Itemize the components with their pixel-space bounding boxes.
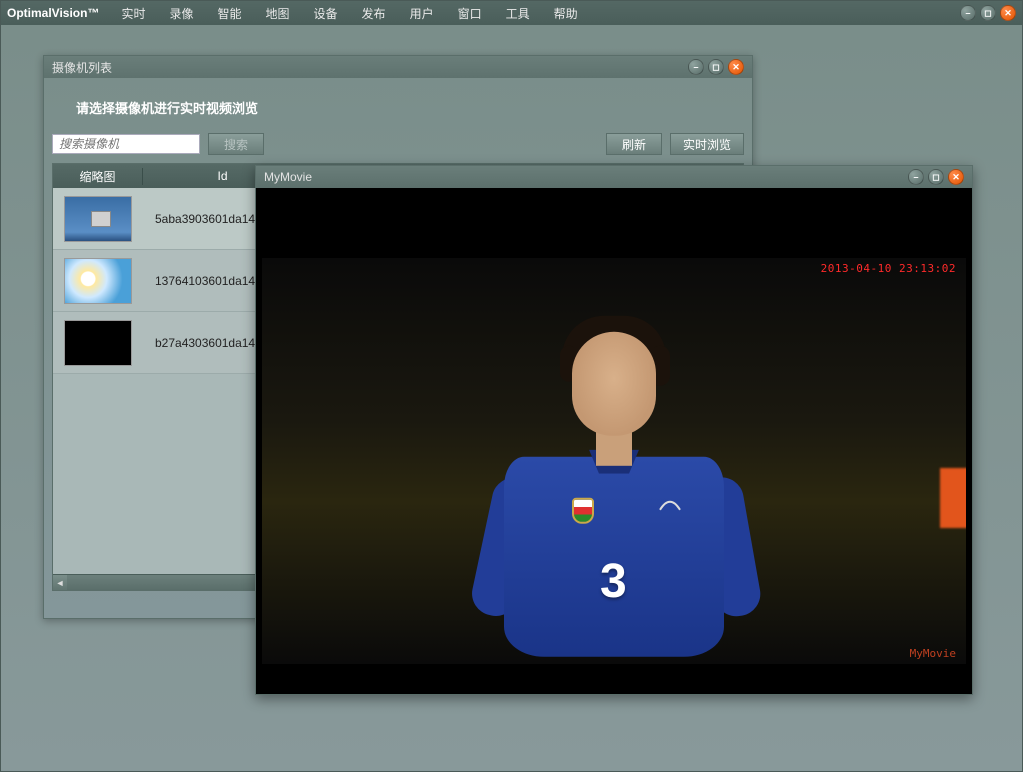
movie-body: 2013-04-10 23:13:02 3 MyMovi — [256, 188, 972, 694]
menu-publish[interactable]: 发布 — [350, 5, 398, 22]
menu-bar: 实时 录像 智能 地图 设备 发布 用户 窗口 工具 帮助 — [109, 5, 589, 22]
refresh-button[interactable]: 刷新 — [606, 133, 662, 155]
player-figure: 3 — [454, 302, 774, 662]
menu-smart[interactable]: 智能 — [206, 5, 254, 22]
main-body: 摄像机列表 – ◻ ✕ 请选择摄像机进行实时视频浏览 搜索 刷新 实时浏览 — [1, 25, 1022, 771]
menu-realtime[interactable]: 实时 — [109, 5, 157, 22]
search-input[interactable] — [52, 134, 200, 154]
background-light — [940, 468, 966, 528]
movie-title: MyMovie — [264, 170, 312, 184]
movie-titlebar[interactable]: MyMovie – ◻ ✕ — [256, 166, 972, 188]
menu-map[interactable]: 地图 — [254, 5, 302, 22]
menu-tools[interactable]: 工具 — [494, 5, 542, 22]
movie-window: MyMovie – ◻ ✕ 2013-04-10 23:13:02 — [255, 165, 973, 695]
main-titlebar: OptimalVision™ 实时 录像 智能 地图 设备 发布 用户 窗口 工… — [1, 1, 1022, 25]
camlist-close-button[interactable]: ✕ — [728, 59, 744, 75]
thumbnail-icon — [64, 258, 132, 304]
camera-list-toolbar: 搜索 刷新 实时浏览 — [52, 131, 744, 163]
menu-window[interactable]: 窗口 — [446, 5, 494, 22]
camlist-minimize-button[interactable]: – — [688, 59, 704, 75]
movie-close-button[interactable]: ✕ — [948, 169, 964, 185]
movie-maximize-button[interactable]: ◻ — [928, 169, 944, 185]
jersey-number: 3 — [600, 554, 627, 609]
thumbnail-icon — [64, 196, 132, 242]
menu-record[interactable]: 录像 — [157, 5, 205, 22]
thumbnail-icon — [64, 320, 132, 366]
video-watermark: MyMovie — [910, 647, 956, 660]
main-maximize-button[interactable]: ◻ — [980, 5, 996, 21]
camlist-maximize-button[interactable]: ◻ — [708, 59, 724, 75]
live-preview-button[interactable]: 实时浏览 — [670, 133, 744, 155]
camera-list-prompt: 请选择摄像机进行实时视频浏览 — [52, 88, 744, 131]
main-window: OptimalVision™ 实时 录像 智能 地图 设备 发布 用户 窗口 工… — [0, 0, 1023, 772]
main-minimize-button[interactable]: – — [960, 5, 976, 21]
menu-help[interactable]: 帮助 — [542, 5, 590, 22]
jersey-crest-icon — [572, 498, 594, 524]
menu-device[interactable]: 设备 — [302, 5, 350, 22]
main-close-button[interactable]: ✕ — [1000, 5, 1016, 21]
menu-user[interactable]: 用户 — [398, 5, 446, 22]
video-frame: 2013-04-10 23:13:02 3 MyMovi — [262, 258, 966, 664]
movie-minimize-button[interactable]: – — [908, 169, 924, 185]
video-timestamp: 2013-04-10 23:13:02 — [821, 262, 956, 275]
camera-list-titlebar[interactable]: 摄像机列表 – ◻ ✕ — [44, 56, 752, 78]
app-brand: OptimalVision™ — [7, 6, 99, 20]
scroll-left-arrow-icon[interactable]: ◄ — [53, 575, 67, 590]
search-button[interactable]: 搜索 — [208, 133, 264, 155]
col-thumbnail[interactable]: 缩略图 — [53, 168, 143, 185]
camera-list-title: 摄像机列表 — [52, 59, 112, 76]
brand-logo-icon — [658, 498, 682, 512]
